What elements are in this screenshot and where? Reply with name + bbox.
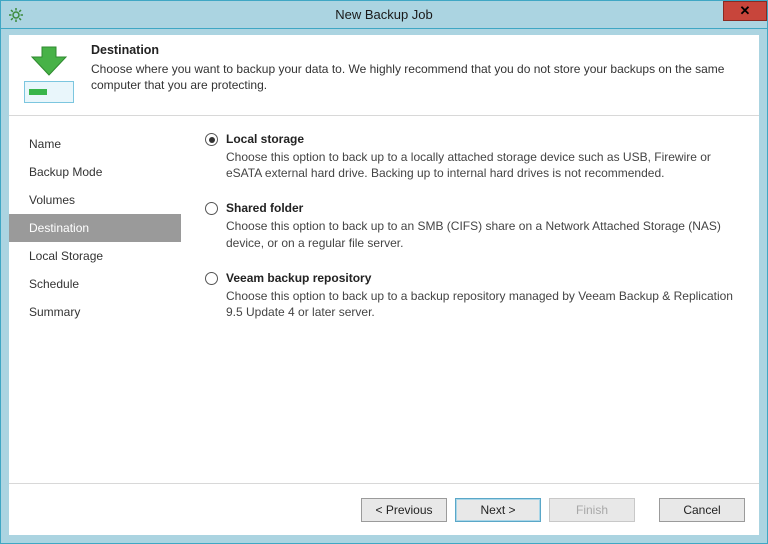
sidebar-item-local-storage[interactable]: Local Storage [9,242,181,270]
option-veeam-repository[interactable]: Veeam backup repository Choose this opti… [205,271,741,320]
options-panel: Local storage Choose this option to back… [181,116,759,483]
sidebar-item-summary[interactable]: Summary [9,298,181,326]
wizard-window: New Backup Job ✕ Destination Choose wher… [0,0,768,544]
titlebar: New Backup Job ✕ [1,1,767,29]
sidebar-item-name[interactable]: Name [9,130,181,158]
option-title: Local storage [226,132,741,146]
option-title: Veeam backup repository [226,271,741,285]
header-icon [21,43,77,103]
cancel-button[interactable]: Cancel [659,498,745,522]
sidebar-item-backup-mode[interactable]: Backup Mode [9,158,181,186]
sidebar-item-schedule[interactable]: Schedule [9,270,181,298]
option-description: Choose this option to back up to a backu… [226,288,741,320]
previous-button[interactable]: < Previous [361,498,447,522]
step-sidebar: Name Backup Mode Volumes Destination Loc… [9,116,181,483]
option-shared-folder[interactable]: Shared folder Choose this option to back… [205,201,741,250]
close-button[interactable]: ✕ [723,1,767,21]
header-text: Destination Choose where you want to bac… [91,43,749,103]
finish-button: Finish [549,498,635,522]
radio-shared-folder[interactable] [205,202,218,215]
radio-veeam-repository[interactable] [205,272,218,285]
page-title: Destination [91,43,749,57]
option-title: Shared folder [226,201,741,215]
page-description: Choose where you want to backup your dat… [91,61,749,93]
wizard-footer: < Previous Next > Finish Cancel [9,483,759,535]
close-icon: ✕ [740,3,751,19]
arrow-down-icon [28,45,70,77]
wizard-content: Name Backup Mode Volumes Destination Loc… [9,116,759,483]
option-description: Choose this option to back up to an SMB … [226,218,741,250]
option-local-storage[interactable]: Local storage Choose this option to back… [205,132,741,181]
wizard-body: Destination Choose where you want to bac… [9,35,759,535]
next-button[interactable]: Next > [455,498,541,522]
sidebar-item-volumes[interactable]: Volumes [9,186,181,214]
sidebar-item-destination[interactable]: Destination [9,214,181,242]
option-description: Choose this option to back up to a local… [226,149,741,181]
wizard-header: Destination Choose where you want to bac… [9,35,759,116]
drive-icon [24,81,74,103]
radio-local-storage[interactable] [205,133,218,146]
app-icon [5,4,27,26]
window-title: New Backup Job [1,7,767,22]
